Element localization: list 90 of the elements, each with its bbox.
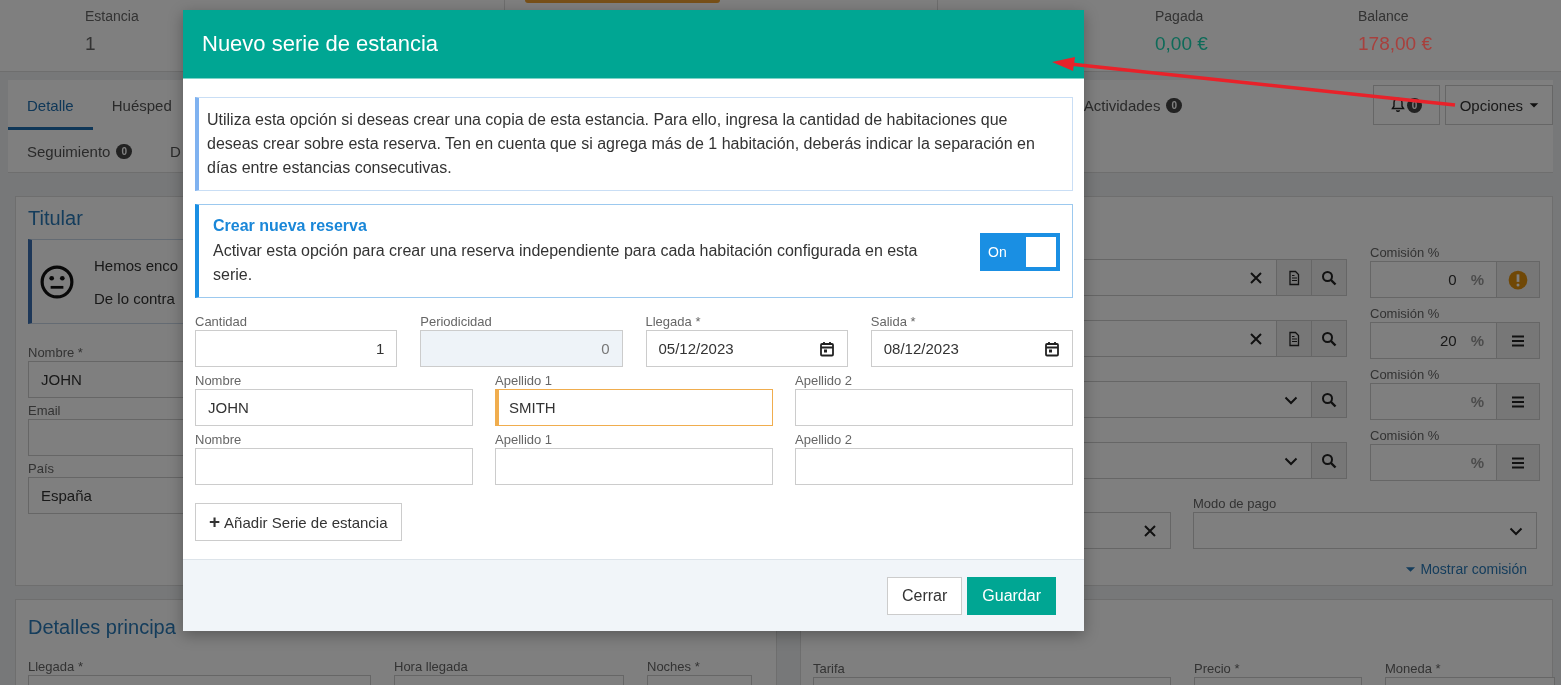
neutral-face-icon (40, 264, 74, 299)
stat-value: 1 (85, 32, 96, 56)
info-text: Utiliza esta opción si deseas crear una copia de esta estancia. Para ello, ingresa la cantidad de habitaciones que deseas crear sobre esta reserva. Ten en cuenta que si agrega más de 1 habitación, deberás indicar la separación en días entre estancias consecutivas. (195, 97, 1073, 191)
percent-field[interactable]: 0 % (1370, 261, 1497, 298)
field-label: Moneda * (1385, 661, 1441, 677)
dialog-title: Nuevo serie de estancia (202, 31, 439, 57)
number-field[interactable]: 1 (195, 330, 398, 367)
tab[interactable]: Seguimiento 0 (8, 130, 151, 172)
search-button[interactable] (1312, 381, 1347, 418)
search-icon (1321, 452, 1337, 469)
count-badge: 0 (116, 143, 132, 159)
menu-button[interactable] (1497, 444, 1540, 481)
close-button[interactable]: Cerrar (886, 576, 963, 615)
percent-unit: % (1470, 454, 1484, 471)
search-icon (1321, 269, 1337, 286)
card-title: Detalles principa (28, 615, 176, 640)
field-label: Noches * (647, 659, 700, 675)
percent-unit: % (1470, 393, 1484, 410)
field-label: Comisión % (1370, 245, 1440, 261)
field-label: Apellido 1 (495, 373, 553, 389)
alert-text: De lo contra (94, 289, 176, 307)
document-icon (1286, 269, 1302, 286)
document-icon (1286, 330, 1302, 347)
option-text: Activar esta opción para crear una reserva independiente para cada habitación configurada en esta serie. (213, 241, 919, 285)
field-label: Apellido 1 (495, 432, 553, 448)
search-button[interactable] (1312, 320, 1347, 357)
text-field[interactable] (795, 448, 1073, 485)
field-label: Comisión % (1370, 306, 1440, 322)
option-title: Crear nueva reserva (213, 217, 367, 235)
field-label: Periodicidad (420, 314, 492, 330)
text-field[interactable] (495, 448, 773, 485)
field-label: Cantidad (195, 314, 248, 330)
save-button[interactable]: Guardar (967, 576, 1056, 615)
warning-icon (1508, 269, 1528, 290)
options-button[interactable]: Opciones (1444, 85, 1553, 125)
field-label: Nombre (195, 373, 242, 389)
field-label: Salida * (870, 314, 916, 330)
percent-unit: % (1470, 332, 1484, 349)
field-label: Hora llegada (394, 659, 468, 675)
stat-label: Pagada (1155, 7, 1204, 26)
document-button[interactable] (1277, 320, 1312, 357)
field-label: País (28, 461, 54, 477)
field-label: Llegada * (28, 659, 83, 675)
field-label: Precio * (1194, 661, 1240, 677)
select-field[interactable] (1193, 512, 1537, 549)
search-icon (1321, 391, 1337, 408)
bell-icon (1389, 97, 1406, 113)
search-button[interactable] (1312, 442, 1347, 479)
percent-field[interactable]: 20 % (1370, 322, 1497, 359)
text-field[interactable] (795, 389, 1073, 426)
warning-button[interactable] (1497, 261, 1540, 298)
field-label: Tarifa (813, 661, 845, 677)
count-badge: 0 (1166, 97, 1182, 113)
field-label: Comisión % (1370, 367, 1440, 383)
stat-value: 0,00 € (1155, 32, 1208, 56)
calendar-icon (818, 340, 835, 357)
stat-label: Balance (1358, 7, 1409, 26)
clear-icon (1248, 330, 1264, 347)
field-label: Modo de pago (1193, 496, 1277, 512)
show-commission-link[interactable]: Mostrar comisión (1405, 561, 1527, 577)
field-label: Email (28, 403, 61, 419)
tab[interactable]: Detalle (8, 80, 93, 130)
text-field[interactable]: SMITH (495, 389, 773, 426)
text-field[interactable] (195, 448, 473, 485)
percent-unit: % (1470, 271, 1484, 288)
menu-button[interactable] (1497, 322, 1540, 359)
percent-field[interactable]: % (1370, 444, 1497, 481)
stat-label: Estancia (85, 7, 139, 26)
search-button[interactable] (1312, 259, 1347, 296)
percent-field[interactable]: % (1370, 383, 1497, 420)
text-field[interactable]: JOHN (195, 389, 473, 426)
search-icon (1321, 330, 1337, 347)
field-label: Apellido 2 (795, 432, 853, 448)
clear-icon (1248, 269, 1264, 286)
field-label: Apellido 2 (795, 373, 853, 389)
alert-text: Hemos enco (94, 256, 179, 274)
date-field[interactable]: 08/12/2023 (870, 330, 1073, 367)
card-title: Titular (28, 206, 83, 231)
stat-value: 178,00 € (1358, 32, 1432, 56)
date-field[interactable]: 05/12/2023 (645, 330, 848, 367)
calendar-icon (1044, 340, 1060, 357)
field-label: Nombre * (28, 345, 83, 361)
field-label: Comisión % (1370, 428, 1440, 444)
field-label: Llegada * (645, 314, 701, 330)
clear-icon (1142, 522, 1158, 539)
menu-button[interactable] (1497, 383, 1540, 420)
field-label: Nombre (195, 432, 242, 448)
document-button[interactable] (1277, 259, 1312, 296)
add-series-button[interactable]: + Añadir Serie de estancia (195, 503, 402, 541)
toggle-switch[interactable]: On (980, 233, 1060, 271)
